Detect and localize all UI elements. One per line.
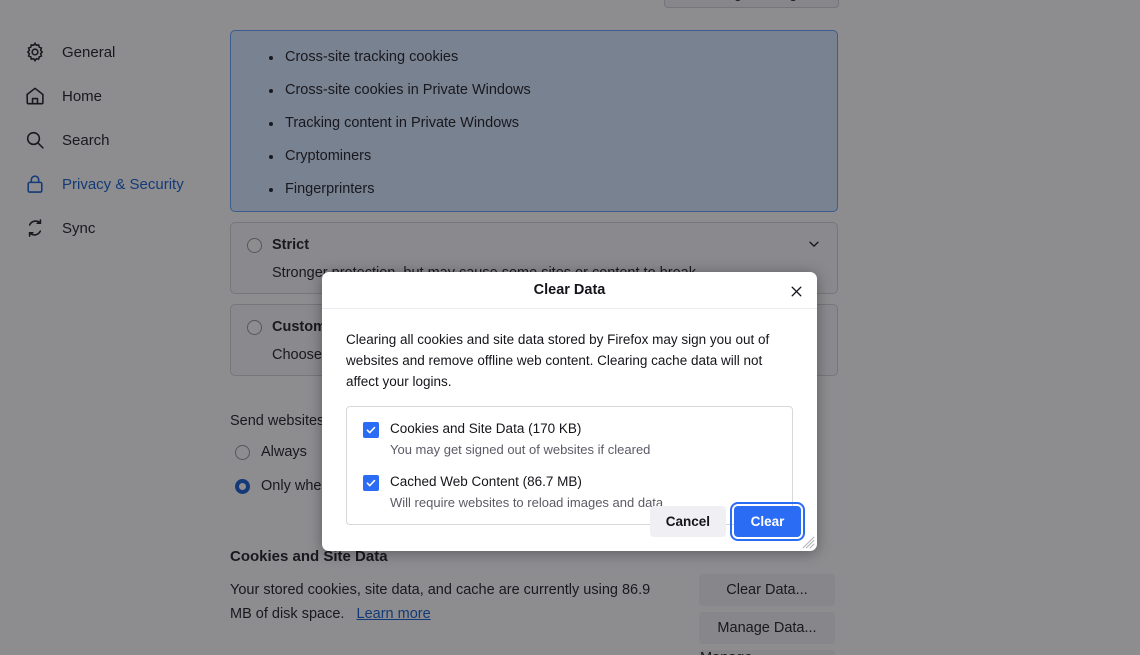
- checkbox-cookies-and-site-data[interactable]: [363, 422, 379, 438]
- close-icon[interactable]: [785, 280, 807, 302]
- option-cookies-and-site-data[interactable]: Cookies and Site Data (170 KB) You may g…: [363, 420, 776, 457]
- option-sublabel: Will require websites to reload images a…: [390, 495, 664, 510]
- option-label: Cookies and Site Data (170 KB): [390, 421, 582, 436]
- checkbox-cached-web-content[interactable]: [363, 475, 379, 491]
- clear-data-dialog: Clear Data Clearing all cookies and site…: [322, 272, 817, 551]
- cancel-button[interactable]: Cancel: [649, 506, 726, 537]
- dialog-description: Clearing all cookies and site data store…: [346, 332, 770, 389]
- dialog-header: Clear Data: [322, 272, 817, 309]
- dialog-footer: Cancel Clear: [649, 502, 805, 541]
- option-label: Cached Web Content (86.7 MB): [390, 474, 582, 489]
- resize-grip-icon[interactable]: [802, 536, 815, 549]
- firefox-preferences-window: General Home Search: [0, 0, 1140, 655]
- option-cached-web-content[interactable]: Cached Web Content (86.7 MB) Will requir…: [363, 473, 776, 510]
- dialog-body: Clearing all cookies and site data store…: [322, 309, 817, 525]
- dialog-title: Clear Data: [533, 282, 606, 298]
- option-sublabel: You may get signed out of websites if cl…: [390, 442, 651, 457]
- clear-confirm-button[interactable]: Clear: [730, 502, 805, 541]
